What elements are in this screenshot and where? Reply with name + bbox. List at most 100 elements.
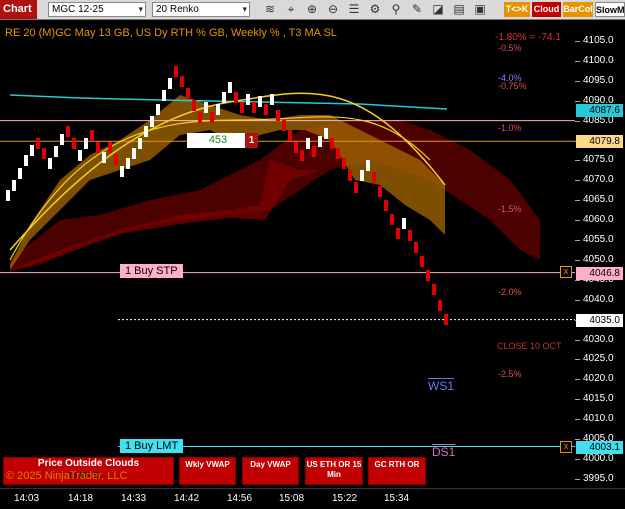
renko-brick-up [156,104,160,115]
template-icon[interactable]: ▣ [472,2,488,17]
renko-brick-down [72,138,76,149]
drawing-tools-icon[interactable]: ◪ [430,2,446,17]
time-tick-label: 15:08 [279,493,305,504]
renko-brick-up [48,158,52,169]
indicator-icon[interactable]: ⚲ [388,2,404,17]
renko-brick-up [60,134,64,145]
renko-brick-down [348,170,352,181]
wkly-vwap-button[interactable]: Wkly VWAP [179,457,236,485]
price-tick-label: 4050.0 [583,253,614,265]
renko-brick-down [276,110,280,121]
renko-brick-down [432,284,436,295]
renko-brick-down [174,66,178,77]
time-tick-label: 14:18 [68,493,94,504]
properties-icon[interactable]: ☰ [346,2,362,17]
bars-counter-value: 453 [208,134,228,146]
zoom-out-icon[interactable]: ⊖ [325,2,341,17]
data-box-icon[interactable]: ▤ [451,2,467,17]
renko-brick-down [42,148,46,159]
chart-toolbar: Chart MGC 12-25 ▾ 20 Renko ▾ ≋ ⌖ ⊕ ⊖ ☰ ⚙… [0,0,625,20]
renko-brick-up [204,102,208,113]
renko-brick-up [144,126,148,137]
tk-toggle-button[interactable]: T<>K [504,2,530,17]
renko-brick-down [390,214,394,225]
price-tick-mark [575,339,580,341]
day-vwap-button[interactable]: Day VWAP [242,457,299,485]
buy-stop-order-label[interactable]: 1 Buy STP [120,264,183,278]
renko-brick-down [426,270,430,281]
renko-brick-up [6,190,10,201]
price-tick-label: 4065.0 [583,194,614,206]
strategy-icon[interactable]: ⚙ [367,2,383,17]
pencil-icon[interactable]: ✎ [409,2,425,17]
chart-title: RE 20 (M)GC May 13 GB, US Dy RTH % GB, W… [5,27,337,39]
chart-plot-area[interactable]: RE 20 (M)GC May 13 GB, US Dy RTH % GB, W… [0,20,575,488]
chart-tab[interactable]: Chart [0,0,37,19]
price-axis[interactable]: 4105.04100.04095.04090.04085.04080.04075… [575,20,625,488]
price-marker-tag: 4046.8 [576,266,623,280]
price-marker-tag: 4087.6 [576,104,623,118]
price-outside-clouds-label: Price Outside Clouds [37,458,140,469]
renko-brick-up [306,138,310,149]
renko-brick-up [360,170,364,181]
zoom-in-icon[interactable]: ⊕ [304,2,320,17]
price-tick-mark [575,379,580,381]
interval-value: 20 Renko [156,4,199,15]
renko-brick-up [216,104,220,115]
renko-brick-up [120,166,124,177]
renko-brick-up [402,218,406,229]
price-tick-mark [575,399,580,401]
renko-brick-up [162,90,166,101]
us-eth-or-button[interactable]: US ETH OR 15 Min [305,457,363,485]
renko-brick-down [108,142,112,153]
buy-limit-order-label[interactable]: 1 Buy LMT [120,439,184,453]
cancel-buy-limit-icon[interactable]: x [560,441,572,453]
renko-brick-down [288,130,292,141]
price-tick-mark [575,220,580,222]
interval-selector[interactable]: 20 Renko ▾ [152,2,250,17]
slowm-toggle-button[interactable]: SlowM [595,2,625,17]
bars-counter: 453 [187,133,245,148]
price-tick-label: 4100.0 [583,54,614,66]
price-tick-label: 3995.0 [583,472,614,484]
renko-brick-down [114,154,118,165]
renko-brick-up [270,94,274,105]
chevron-down-icon: ▾ [138,4,143,14]
price-outside-clouds-panel[interactable]: Price Outside Clouds T3 MA SL © 2025 Nin… [3,457,174,485]
cancel-buy-stop-icon[interactable]: x [560,266,572,278]
renko-brick-down [414,242,418,253]
renko-brick-down [186,88,190,99]
crosshair-icon[interactable]: ⌖ [283,2,299,17]
percent-level-label: -2.0% [498,286,522,297]
renko-brick-up [366,160,370,171]
renko-brick-up [324,128,328,139]
instrument-selector[interactable]: MGC 12-25 ▾ [48,2,146,17]
price-tick-mark [575,419,580,421]
time-tick-label: 15:22 [332,493,358,504]
renko-brick-down [264,104,268,115]
cloud-toggle-button[interactable]: Cloud [532,2,561,17]
price-tick-label: 4105.0 [583,35,614,46]
time-tick-label: 14:56 [227,493,253,504]
renko-brick-down [234,92,238,103]
price-tick-label: 4070.0 [583,174,614,186]
price-tick-mark [575,160,580,162]
pnl-readout: -1.80% = -74.1 [495,32,561,43]
bars-icon[interactable]: ≋ [262,2,278,17]
price-tick-label: 4010.0 [583,413,614,425]
renko-brick-up [222,92,226,103]
barcol-toggle-button[interactable]: BarCol [563,2,593,17]
price-tick-label: 4075.0 [583,154,614,166]
gc-rth-or-button[interactable]: GC RTH OR [368,457,426,485]
renko-brick-down [210,112,214,123]
time-axis[interactable]: 14:03 14:18 14:33 14:42 14:56 15:08 15:22 15:34 [0,488,625,509]
renko-brick-up [18,168,22,179]
renko-brick-up [30,145,34,156]
renko-brick-down [192,100,196,111]
instrument-value: MGC 12-25 [52,4,104,15]
price-tick-label: 4020.0 [583,373,614,385]
price-marker-tag: 4079.8 [576,135,623,149]
price-tick-label: 4040.0 [583,293,614,305]
renko-brick-up [102,152,106,163]
renko-brick-up [78,150,82,161]
